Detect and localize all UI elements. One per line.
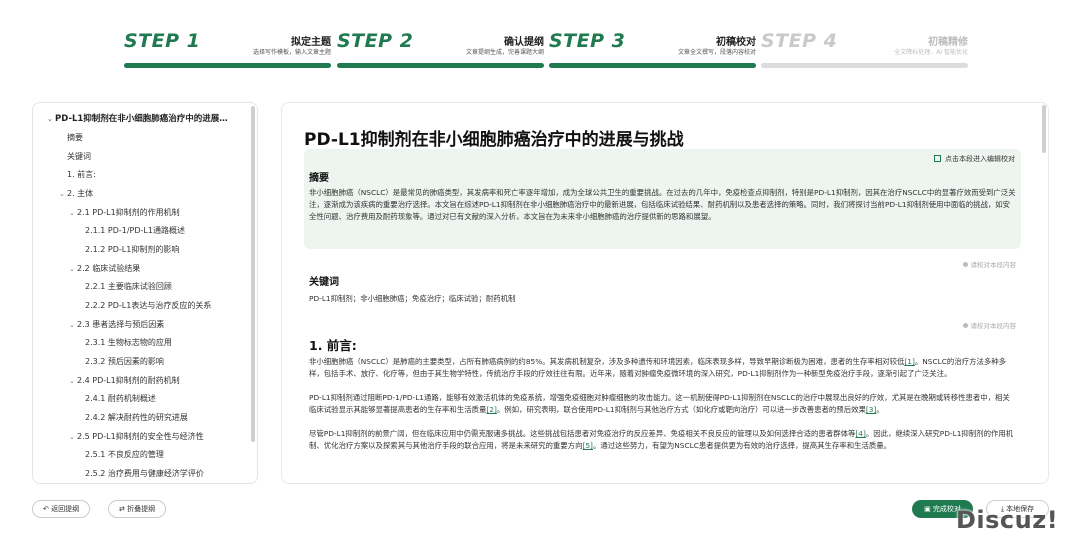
outline-item-2-3-1[interactable]: 2.3.1 生物标志物的应用 <box>85 337 172 349</box>
chevron-down-icon: ⌄ <box>69 433 75 441</box>
intro-paragraph-3: 尽管PD-L1抑制剂的前景广阔，但在临床应用中仍需克服诸多挑战。这些挑战包括患者… <box>309 429 1014 450</box>
step-progress-bar <box>124 63 331 68</box>
step-name: 初稿校对 <box>716 37 756 48</box>
info-icon <box>962 262 968 267</box>
info-icon <box>962 323 968 328</box>
outline-item-2-4-1[interactable]: 2.4.1 耐药机制概述 <box>85 393 156 405</box>
abstract-heading: 摘要 <box>309 173 329 184</box>
step-description: 文章提纲生成，完善课题大纲 <box>465 49 544 56</box>
outline-item-2-2-2[interactable]: 2.2.2 PD-L1表达与治疗反应的关系 <box>85 300 211 312</box>
outline-item-body[interactable]: ⌄ 2. 主体 <box>59 188 93 200</box>
abstract-text: 非小细胞肺癌（NSCLC）是最常见的肺癌类型，其发病率和死亡率逐年增加，成为全球… <box>309 188 1016 221</box>
edit-icon <box>934 155 941 162</box>
chevron-down-icon: ⌄ <box>59 190 65 198</box>
outline-item-2-1-2[interactable]: 2.1.2 PD-L1抑制剂的影响 <box>85 244 179 256</box>
citation-link[interactable]: [4] <box>855 429 865 438</box>
step-number: STEP 2 <box>337 30 414 52</box>
collapse-icon: ⇄ <box>119 505 125 513</box>
collapse-outline-button[interactable]: ⇄ 折叠提纲 <box>108 500 167 518</box>
outline-item-2-2[interactable]: ⌄ 2.2 临床试验结果 <box>69 263 140 275</box>
outline-item-2-2-1[interactable]: 2.2.1 主要临床试验回顾 <box>85 281 172 293</box>
edit-paragraph-link[interactable]: 点击本段进入编辑校对 <box>934 154 1015 164</box>
outline-item-2-3-2[interactable]: 2.3.2 预后因素的影响 <box>85 356 164 368</box>
outline-item-abstract[interactable]: 摘要 <box>67 132 83 144</box>
step-number: STEP 3 <box>549 30 626 52</box>
keywords-text: PD-L1抑制剂；非小细胞肺癌；免疫治疗；临床试验；耐药机制 <box>309 294 516 303</box>
outline-panel: ⌄ PD-L1抑制剂在非小细胞肺癌治疗中的进展… 摘要 关键词 1. 前言: ⌄ 2… <box>32 102 258 484</box>
step-description: 全文降标处理、AI 智能优化 <box>894 49 968 56</box>
outline-item-2-1-1[interactable]: 2.1.1 PD-1/PD-L1通路概述 <box>85 225 185 237</box>
document-title: PD-L1抑制剂在非小细胞肺癌治疗中的进展与挑战 <box>304 130 684 150</box>
step-number: STEP 4 <box>761 30 838 52</box>
step-name: 确认提纲 <box>504 37 544 48</box>
intro-paragraph-2: PD-L1抑制剂通过阻断PD-1/PD-L1通路，能够有效激活机体的免疫系统，增… <box>309 393 1010 414</box>
chevron-down-icon: ⌄ <box>69 265 75 273</box>
outline-item-2-5-2[interactable]: 2.5.2 治疗费用与健康经济学评价 <box>85 468 204 480</box>
outline-item-2-5[interactable]: ⌄ 2.5 PD-L1抑制剂的安全性与经济性 <box>69 431 204 443</box>
outline-item-2-3[interactable]: ⌄ 2.3 患者选择与预后因素 <box>69 319 164 331</box>
step-number: STEP 1 <box>124 30 201 52</box>
outline-item-2-4[interactable]: ⌄ 2.4 PD-L1抑制剂的耐药机制 <box>69 375 180 387</box>
undo-icon: ↶ <box>43 505 49 513</box>
back-to-outline-button[interactable]: ↶ 返回提纲 <box>32 500 91 518</box>
step-progress-bar <box>549 63 756 68</box>
document-panel: PD-L1抑制剂在非小细胞肺癌治疗中的进展与挑战 点击本段进入编辑校对 摘要 非… <box>281 102 1049 484</box>
proofread-hint: 请校对本段内容 <box>962 320 1016 330</box>
citation-link[interactable]: [2] <box>486 405 496 414</box>
chevron-down-icon: ⌄ <box>69 209 75 217</box>
step-description: 文章全文撰写，段落内容校对 <box>677 49 756 56</box>
citation-link[interactable]: [5] <box>582 441 592 450</box>
step-progress-header: STEP 1 拟定主题 选择写作模板，输入文章主题 STEP 2 确认提纲 文章… <box>0 0 1080 100</box>
outline-item-root[interactable]: ⌄ PD-L1抑制剂在非小细胞肺癌治疗中的进展… <box>47 113 228 125</box>
outline-scrollbar[interactable] <box>251 106 255 442</box>
chevron-down-icon: ⌄ <box>47 115 53 123</box>
outline-item-keywords[interactable]: 关键词 <box>67 151 91 163</box>
intro-heading: 1. 前言: <box>309 338 357 353</box>
chevron-down-icon: ⌄ <box>69 321 75 329</box>
document-scrollbar[interactable] <box>1042 105 1046 153</box>
step-description: 选择写作模板，输入文章主题 <box>252 49 331 56</box>
step-name: 初稿精修 <box>928 37 968 48</box>
watermark-logo: Discuz! <box>956 506 1059 534</box>
outline-item-2-1[interactable]: ⌄ 2.1 PD-L1抑制剂的作用机制 <box>69 207 180 219</box>
outline-item-2-5-1[interactable]: 2.5.1 不良反应的管理 <box>85 449 164 461</box>
proofread-hint: 请校对本段内容 <box>962 259 1016 269</box>
step-progress-bar <box>761 63 968 68</box>
chevron-down-icon: ⌄ <box>69 377 75 385</box>
step-progress-bar <box>337 63 544 68</box>
outline-item-intro[interactable]: 1. 前言: <box>67 169 96 181</box>
document-check-icon: ▣ <box>924 505 931 513</box>
citation-link[interactable]: [3] <box>866 405 876 414</box>
keywords-heading: 关键词 <box>309 277 339 288</box>
step-name: 拟定主题 <box>291 37 331 48</box>
outline-item-2-4-2[interactable]: 2.4.2 解决耐药性的研究进展 <box>85 412 188 424</box>
citation-link[interactable]: [1] <box>904 357 914 366</box>
intro-paragraph-1: 非小细胞肺癌（NSCLC）是肺癌的主要类型，占所有肺癌病例的约85%。其发病机制… <box>309 357 1007 378</box>
